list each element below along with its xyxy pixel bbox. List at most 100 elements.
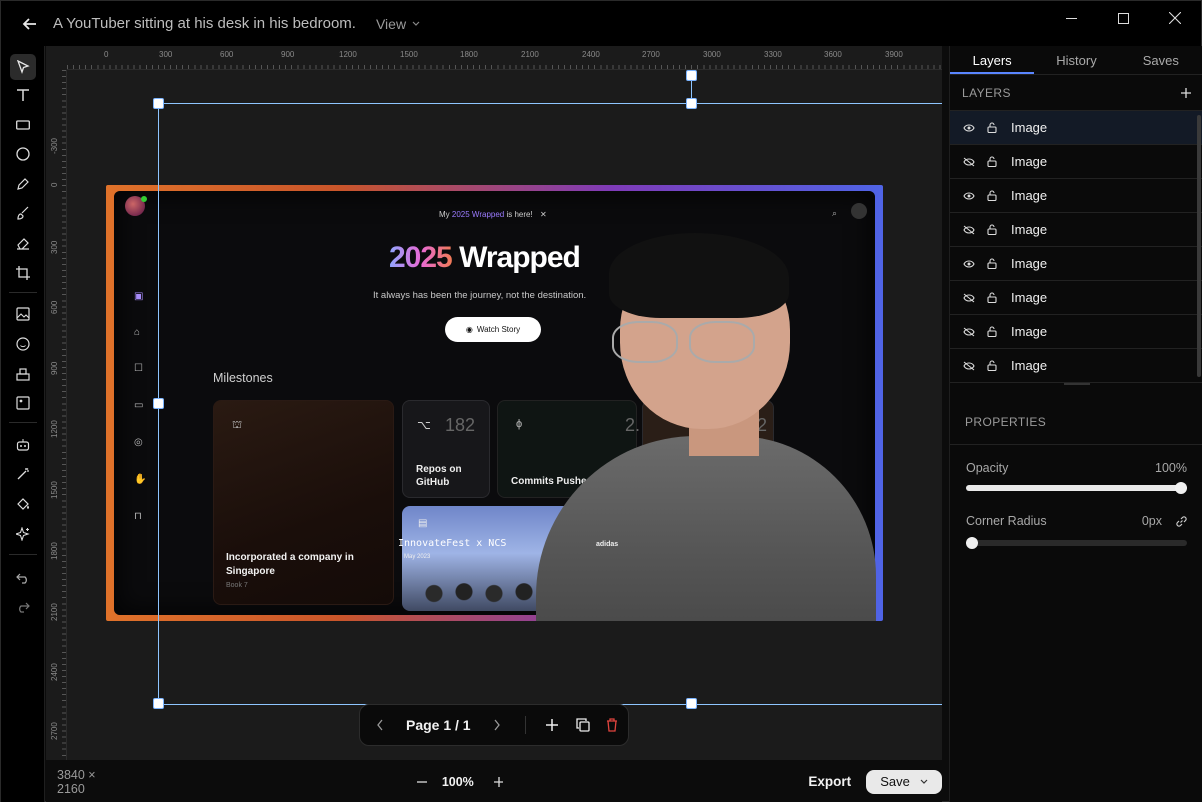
ruler-label: 3000 xyxy=(703,50,721,59)
ruler-horizontal: 0 300 600 900 1200 1500 1800 2100 2400 2… xyxy=(67,46,942,70)
opacity-slider-knob[interactable] xyxy=(1175,482,1187,494)
photo-edit-icon[interactable] xyxy=(12,392,34,414)
status-bar: 3840 × 2160 100% Export Save xyxy=(46,760,943,802)
add-layer-icon[interactable] xyxy=(1181,87,1191,98)
layer-row[interactable]: Image xyxy=(950,179,1202,213)
eraser-tool-icon[interactable] xyxy=(12,232,34,254)
duplicate-page-icon[interactable] xyxy=(575,718,590,732)
eye-off-icon[interactable] xyxy=(963,292,975,304)
unlock-icon[interactable] xyxy=(987,190,999,202)
ruler-label: 1800 xyxy=(460,50,478,59)
ruler-label: 2100 xyxy=(50,603,59,621)
ruler-label: 3900 xyxy=(885,50,903,59)
canvas-area[interactable]: 0 300 600 900 1200 1500 1800 2100 2400 2… xyxy=(46,46,942,760)
tab-saves[interactable]: Saves xyxy=(1119,46,1202,74)
robot-icon[interactable] xyxy=(12,434,34,456)
delete-page-icon[interactable] xyxy=(606,718,618,732)
select-tool-icon[interactable] xyxy=(10,54,36,80)
layer-row[interactable]: Image xyxy=(950,247,1202,281)
image-add-icon[interactable] xyxy=(12,303,34,325)
hand-icon: ✋ xyxy=(134,474,147,485)
rotate-handle[interactable] xyxy=(686,70,697,81)
bookmark-icon: ⊓ xyxy=(134,511,142,522)
unlock-icon[interactable] xyxy=(987,122,999,134)
ellipse-tool-icon[interactable] xyxy=(12,143,34,165)
eye-icon[interactable] xyxy=(963,190,975,202)
layer-name: Image xyxy=(1011,120,1048,135)
eye-icon[interactable] xyxy=(963,258,975,270)
tab-layers[interactable]: Layers xyxy=(950,46,1035,74)
corner-radius-slider-knob[interactable] xyxy=(966,537,978,549)
unlock-icon[interactable] xyxy=(987,292,999,304)
sparkle-icon[interactable] xyxy=(12,523,34,545)
layers-header: LAYERS xyxy=(950,75,1202,111)
add-page-icon[interactable] xyxy=(545,719,558,731)
eye-off-icon[interactable] xyxy=(963,224,975,236)
resize-handle-bottom[interactable] xyxy=(686,698,697,709)
zoom-out-icon[interactable] xyxy=(417,777,427,787)
ruler-label: -300 xyxy=(50,137,59,154)
online-dot xyxy=(141,196,147,202)
resize-handle-top[interactable] xyxy=(686,98,697,109)
unlock-icon[interactable] xyxy=(987,258,999,270)
layer-row[interactable]: Image xyxy=(950,213,1202,247)
chevron-right-icon[interactable] xyxy=(493,719,501,731)
minimize-icon[interactable] xyxy=(1045,1,1097,35)
back-arrow-icon[interactable] xyxy=(21,15,39,33)
eye-off-icon[interactable] xyxy=(963,156,975,168)
corner-radius-slider[interactable] xyxy=(966,537,1187,549)
close-icon[interactable] xyxy=(1149,1,1201,35)
undo-icon[interactable] xyxy=(12,566,34,588)
unlock-icon[interactable] xyxy=(987,156,999,168)
emoji-icon[interactable] xyxy=(12,333,34,355)
window-controls xyxy=(1045,1,1201,35)
chevron-down-icon xyxy=(412,21,420,26)
ruler-label: 1200 xyxy=(50,420,59,438)
canvas-dimensions: 3840 × 2160 xyxy=(57,767,96,796)
page-indicator: Page 1 / 1 xyxy=(406,717,471,733)
brush-tool-icon[interactable] xyxy=(12,202,34,224)
eye-icon[interactable] xyxy=(963,122,975,134)
ruler-label: 300 xyxy=(159,50,173,59)
zoom-in-icon[interactable] xyxy=(493,776,504,787)
save-button[interactable]: Save xyxy=(866,769,943,794)
pen-tool-icon[interactable] xyxy=(12,173,34,195)
layer-row[interactable]: Image xyxy=(950,315,1202,349)
globe-icon: ◎ xyxy=(134,437,143,448)
eye-off-icon[interactable] xyxy=(963,360,975,372)
ruler-label: 900 xyxy=(281,50,295,59)
unlock-icon[interactable] xyxy=(987,326,999,338)
eye-off-icon[interactable] xyxy=(963,326,975,338)
view-menu[interactable]: View xyxy=(376,16,420,32)
maximize-icon[interactable] xyxy=(1097,1,1149,35)
export-button[interactable]: Export xyxy=(808,774,851,789)
ruler-label: 3300 xyxy=(764,50,782,59)
layer-name: Image xyxy=(1011,256,1048,271)
unlock-icon[interactable] xyxy=(987,224,999,236)
stamp-icon[interactable] xyxy=(12,363,34,385)
paint-bucket-icon[interactable] xyxy=(12,493,34,515)
zoom-level: 100% xyxy=(441,774,474,789)
redo-icon[interactable] xyxy=(12,595,34,617)
resize-handle-top-left[interactable] xyxy=(153,98,164,109)
resize-handle-bottom-left[interactable] xyxy=(153,698,164,709)
tool-sidebar xyxy=(1,46,45,802)
resize-handle-left[interactable] xyxy=(153,398,164,409)
chevron-left-icon[interactable] xyxy=(376,719,384,731)
rectangle-tool-icon[interactable] xyxy=(12,114,34,136)
layer-row[interactable]: Image xyxy=(950,349,1202,383)
text-tool-icon[interactable] xyxy=(12,84,34,106)
magic-wand-icon[interactable] xyxy=(12,463,34,485)
layer-row[interactable]: Image xyxy=(950,145,1202,179)
opacity-slider[interactable] xyxy=(966,482,1187,494)
layers-heading: LAYERS xyxy=(962,85,1011,100)
layer-name: Image xyxy=(1011,222,1048,237)
resize-grip[interactable] xyxy=(1063,383,1090,385)
link-icon[interactable] xyxy=(1176,515,1187,527)
layer-list-scrollbar[interactable] xyxy=(1197,115,1201,377)
unlock-icon[interactable] xyxy=(987,360,999,372)
tab-history[interactable]: History xyxy=(1034,46,1118,74)
layer-row[interactable]: Image xyxy=(950,281,1202,315)
layer-row[interactable]: Image xyxy=(950,111,1202,145)
crop-tool-icon[interactable] xyxy=(12,262,34,284)
